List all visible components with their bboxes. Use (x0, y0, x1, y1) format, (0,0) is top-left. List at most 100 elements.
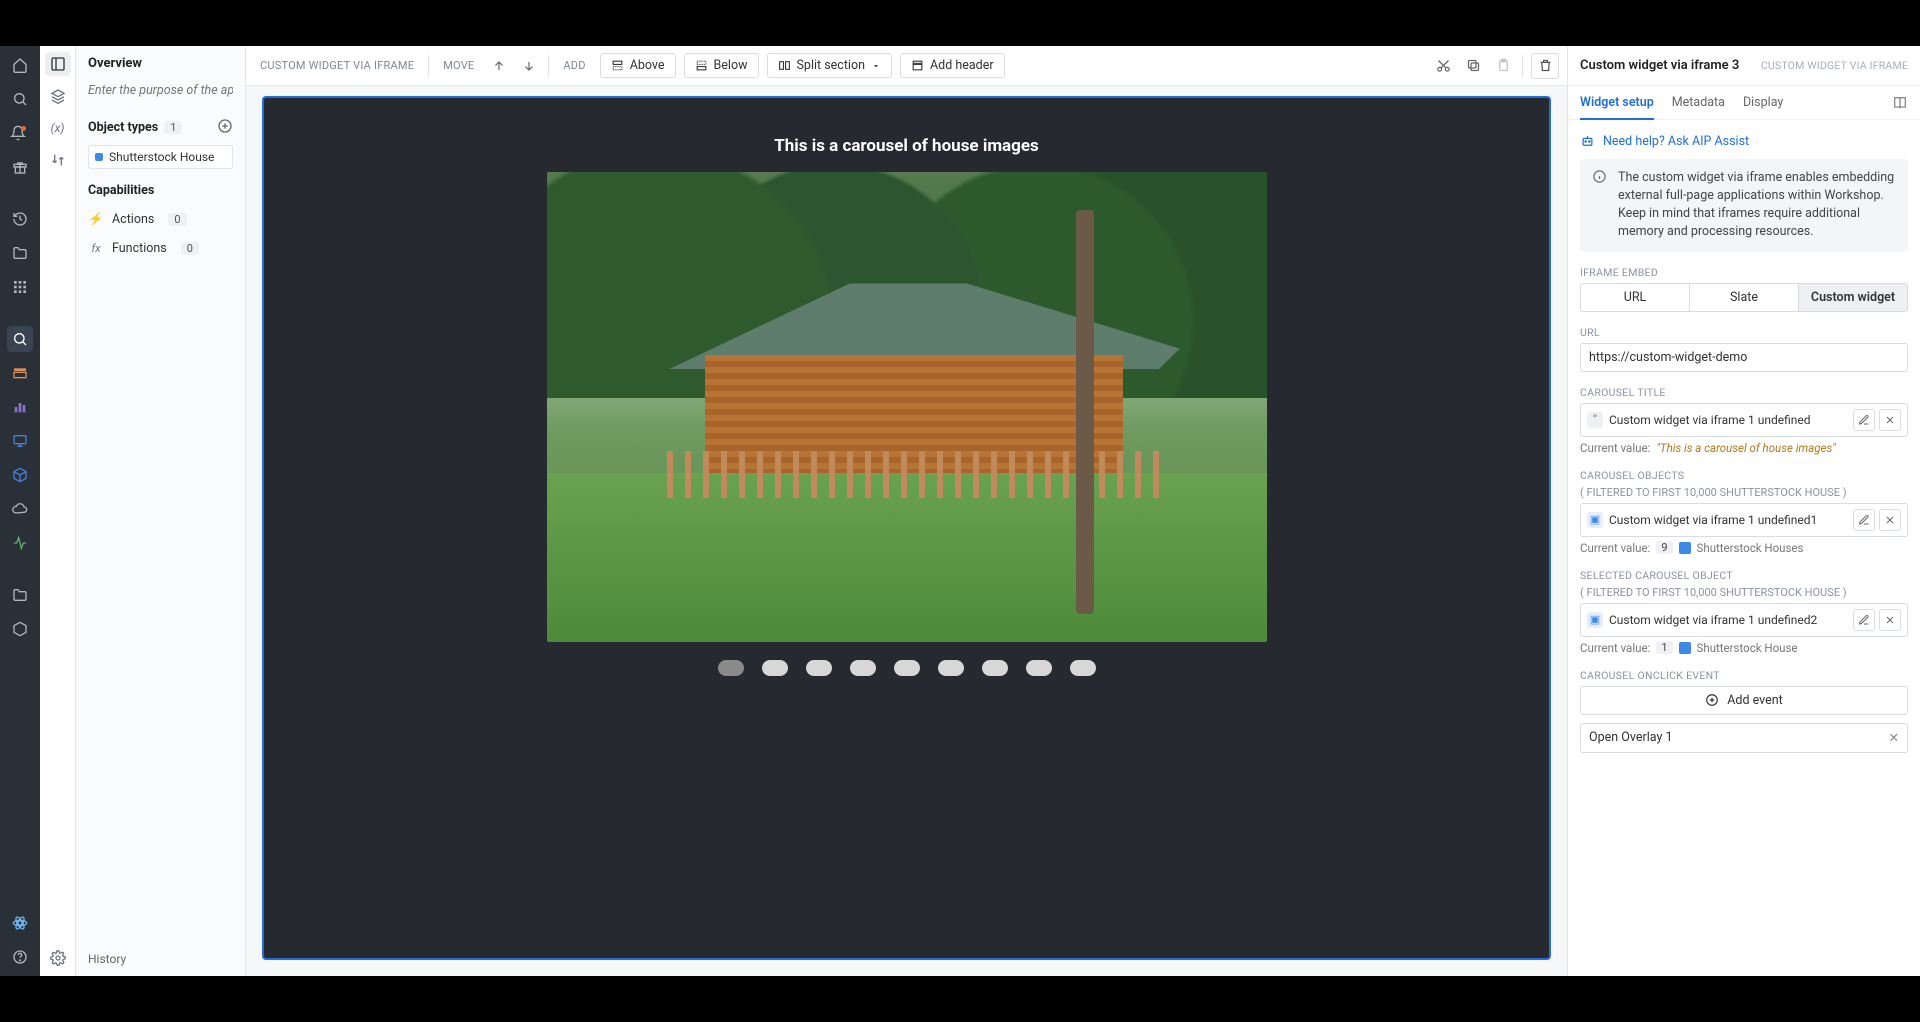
pulse-tool-icon[interactable] (7, 530, 33, 556)
apps-icon[interactable] (7, 274, 33, 300)
panel-title: Custom widget via iframe 3 (1580, 58, 1739, 73)
add-object-type-button[interactable] (217, 118, 233, 134)
split-section-button[interactable]: Split section (767, 53, 893, 78)
info-text: The custom widget via iframe enables emb… (1618, 169, 1896, 242)
carousel-image[interactable] (547, 172, 1267, 642)
panel-view-icon[interactable] (45, 52, 71, 76)
current-value-label: Current value: (1580, 641, 1650, 655)
edit-icon[interactable] (1853, 509, 1875, 531)
carousel-dot[interactable] (806, 660, 832, 676)
folder2-icon[interactable] (7, 582, 33, 608)
info-card: The custom widget via iframe enables emb… (1580, 159, 1908, 252)
seg-custom-widget[interactable]: Custom widget (1799, 284, 1907, 311)
remove-event-icon[interactable]: ✕ (1889, 730, 1899, 746)
seg-url[interactable]: URL (1581, 284, 1690, 311)
event-row[interactable]: Open Overlay 1 ✕ (1580, 723, 1908, 753)
monitor-tool-icon[interactable] (7, 428, 33, 454)
object-icon: ▣ (1587, 612, 1603, 628)
field-value: Custom widget via iframe 1 undefined1 (1609, 513, 1817, 527)
url-label: URL (1580, 326, 1908, 339)
seg-slate[interactable]: Slate (1690, 284, 1799, 311)
carousel-title-field[interactable]: ” Custom widget via iframe 1 undefined (1580, 403, 1908, 437)
selected-object-field[interactable]: ▣ Custom widget via iframe 1 undefined2 (1580, 603, 1908, 637)
logo-icon[interactable] (7, 910, 33, 936)
tab-display[interactable]: Display (1743, 86, 1783, 119)
onclick-label: CAROUSEL ONCLICK EVENT (1580, 669, 1908, 682)
type-text: SHUTTERSTOCK HOUSE ) (1720, 486, 1847, 499)
clear-icon[interactable] (1879, 409, 1901, 431)
aip-assist-link[interactable]: Need help? Ask AIP Assist (1580, 130, 1908, 159)
move-down-button[interactable] (518, 54, 540, 78)
carousel-title-label: CAROUSEL TITLE (1580, 386, 1908, 399)
settings-icon[interactable] (45, 946, 71, 970)
inspect-icon[interactable] (7, 326, 33, 352)
folder-icon[interactable] (7, 240, 33, 266)
purpose-input[interactable] (88, 83, 233, 98)
delete-button[interactable] (1531, 53, 1559, 79)
carousel-dot[interactable] (1070, 660, 1096, 676)
capability-count: 0 (181, 242, 199, 255)
object-types-count: 1 (164, 121, 182, 134)
properties-panel: Custom widget via iframe 3 CUSTOM WIDGET… (1568, 46, 1920, 976)
current-value-label: Current value: (1580, 541, 1650, 555)
cloud-tool-icon[interactable] (7, 496, 33, 522)
field-value: Custom widget via iframe 1 undefined2 (1609, 613, 1817, 627)
chip-dot-icon (95, 153, 103, 161)
history-icon[interactable] (7, 206, 33, 232)
carousel-dot[interactable] (894, 660, 920, 676)
search-icon[interactable] (7, 86, 33, 112)
object-types-label: Object types (88, 120, 158, 135)
tab-metadata[interactable]: Metadata (1672, 86, 1725, 119)
carousel-dot[interactable] (762, 660, 788, 676)
table-tool-icon[interactable] (7, 360, 33, 386)
history-label: History (76, 942, 245, 976)
bell-icon[interactable] (7, 120, 33, 146)
paste-button[interactable] (1492, 54, 1514, 78)
center-area: CUSTOM WIDGET VIA IFRAME MOVE ADD Above … (246, 46, 1568, 976)
cut-button[interactable] (1432, 54, 1454, 78)
variable-icon[interactable]: (x) (45, 116, 71, 140)
help-icon[interactable] (7, 944, 33, 970)
carousel-dot[interactable] (850, 660, 876, 676)
canvas-widget[interactable]: This is a carousel of house images (262, 96, 1551, 960)
canvas-toolbar: CUSTOM WIDGET VIA IFRAME MOVE ADD Above … (246, 46, 1567, 86)
chart-tool-icon[interactable] (7, 394, 33, 420)
carousel-title: This is a carousel of house images (774, 136, 1039, 156)
edit-icon[interactable] (1853, 409, 1875, 431)
move-up-button[interactable] (488, 54, 510, 78)
clear-icon[interactable] (1879, 609, 1901, 631)
swap-icon[interactable] (45, 148, 71, 172)
add-below-button[interactable]: Below (684, 53, 759, 78)
layers-icon[interactable] (45, 84, 71, 108)
iframe-embed-segment: URL Slate Custom widget (1580, 283, 1908, 312)
tab-widget-setup[interactable]: Widget setup (1580, 87, 1654, 120)
carousel-dot[interactable] (938, 660, 964, 676)
capability-functions[interactable]: fxFunctions0 (88, 237, 233, 260)
panel-subtitle: CUSTOM WIDGET VIA IFRAME (1761, 59, 1908, 72)
current-value-label: Current value: (1580, 441, 1650, 455)
capability-actions[interactable]: ⚡Actions0 (88, 208, 233, 231)
nav-rail (0, 46, 40, 976)
cube-tool-icon[interactable] (7, 462, 33, 488)
clear-icon[interactable] (1879, 509, 1901, 531)
home-icon[interactable] (7, 52, 33, 78)
filter-text: ( FILTERED TO FIRST 10,000 (1580, 586, 1717, 599)
add-event-button[interactable]: Add event (1580, 686, 1908, 715)
object-type-chip[interactable]: Shutterstock House (88, 145, 233, 169)
object-icon: ▣ (1587, 512, 1603, 528)
copy-button[interactable] (1462, 54, 1484, 78)
add-header-button[interactable]: Add header (900, 53, 1005, 78)
edit-icon[interactable] (1853, 609, 1875, 631)
carousel-dot[interactable] (1026, 660, 1052, 676)
carousel-objects-field[interactable]: ▣ Custom widget via iframe 1 undefined1 (1580, 503, 1908, 537)
add-above-button[interactable]: Above (600, 53, 676, 78)
overview-title: Overview (76, 46, 245, 75)
url-input[interactable] (1580, 343, 1908, 372)
carousel-dot[interactable] (718, 660, 744, 676)
selected-object-label: SELECTED CAROUSEL OBJECT (1580, 569, 1908, 582)
capabilities-label: Capabilities (88, 183, 154, 198)
docs-icon[interactable] (1892, 95, 1908, 111)
gift-icon[interactable] (7, 154, 33, 180)
carousel-dot[interactable] (982, 660, 1008, 676)
package-icon[interactable] (7, 616, 33, 642)
